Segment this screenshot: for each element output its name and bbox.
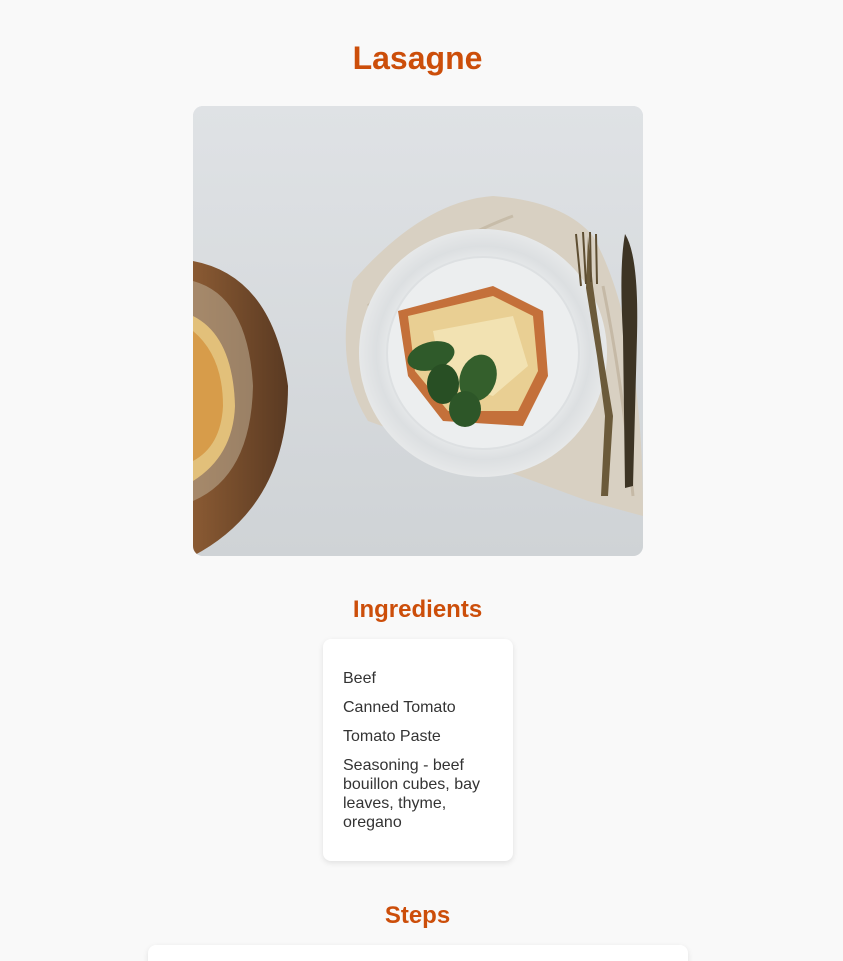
- list-item: Seasoning - beef bouillon cubes, bay lea…: [343, 757, 480, 831]
- ingredients-card: Beef Canned Tomato Tomato Paste Seasonin…: [323, 639, 513, 861]
- list-item: Tomato Paste: [343, 728, 441, 745]
- lasagne-photo-image: [193, 106, 643, 556]
- ingredients-list: Beef Canned Tomato Tomato Paste Seasonin…: [343, 669, 493, 832]
- steps-heading: Steps: [384, 902, 451, 929]
- page-title: Lasagne: [352, 40, 483, 76]
- ingredients-heading: Ingredients: [352, 596, 483, 623]
- steps-card: [148, 945, 688, 961]
- list-item: Beef: [343, 670, 376, 687]
- list-item: Canned Tomato: [343, 699, 456, 716]
- recipe-page: Lasagne Ingredients Beef Canned Tomato T…: [0, 0, 843, 961]
- recipe-photo: [193, 106, 643, 556]
